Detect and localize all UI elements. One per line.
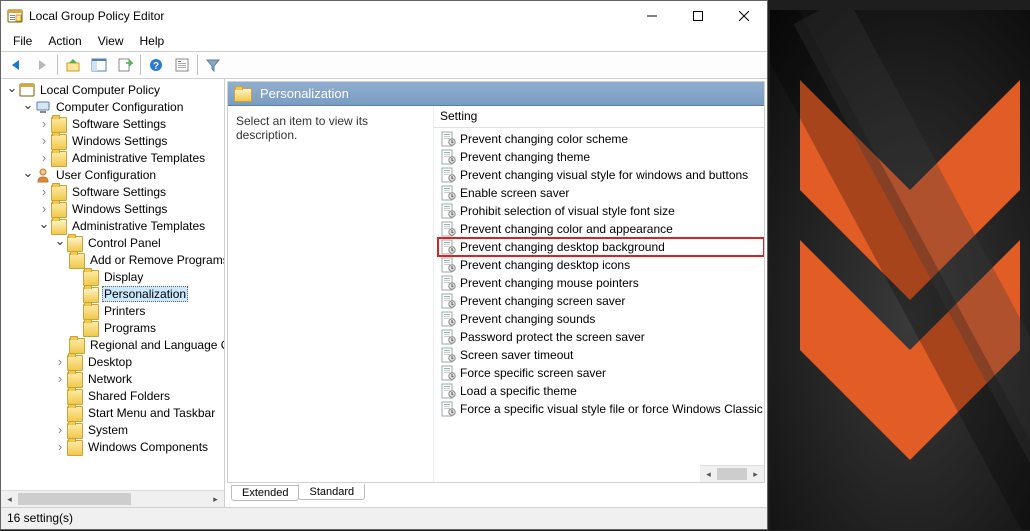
menubar: File Action View Help — [1, 31, 767, 51]
tree-uc-admin[interactable]: Administrative Templates — [37, 217, 224, 234]
tree-root[interactable]: Local Computer Policy — [5, 81, 224, 98]
tree-system[interactable]: System — [53, 421, 224, 438]
setting-row[interactable]: Prevent changing theme — [438, 148, 764, 166]
setting-row[interactable]: Screen saver timeout — [438, 346, 764, 364]
up-button[interactable] — [61, 54, 85, 76]
setting-row[interactable]: Force specific screen saver — [438, 364, 764, 382]
setting-label: Force specific screen saver — [460, 366, 606, 380]
tree-cc-admin[interactable]: Administrative Templates — [37, 149, 224, 166]
setting-label: Force a specific visual style file or fo… — [460, 402, 763, 416]
setting-row[interactable]: Prevent changing visual style for window… — [438, 166, 764, 184]
setting-row[interactable]: Prevent changing screen saver — [438, 292, 764, 310]
column-header-setting[interactable]: Setting — [434, 106, 764, 128]
setting-label: Prevent changing desktop icons — [460, 258, 630, 272]
filter-button[interactable] — [201, 54, 225, 76]
tree-desktop[interactable]: Desktop — [53, 353, 224, 370]
setting-label: Prevent changing visual style for window… — [460, 168, 748, 182]
description-pane: Select an item to view its description. — [228, 106, 433, 482]
content-header-title: Personalization — [260, 86, 349, 101]
description-hint: Select an item to view its description. — [236, 114, 368, 142]
setting-row[interactable]: Force a specific visual style file or fo… — [438, 400, 764, 418]
tree-uc-windows[interactable]: Windows Settings — [37, 200, 224, 217]
setting-label: Prevent changing color scheme — [460, 132, 628, 146]
tree-cp-add-remove[interactable]: Add or Remove Programs — [69, 251, 224, 268]
scroll-thumb[interactable] — [18, 493, 131, 505]
tree-uc-software[interactable]: Software Settings — [37, 183, 224, 200]
back-button[interactable] — [4, 54, 28, 76]
setting-label: Screen saver timeout — [460, 348, 573, 362]
toolbar: ? — [1, 51, 767, 79]
setting-row[interactable]: Password protect the screen saver — [438, 328, 764, 346]
help-button[interactable]: ? — [144, 54, 168, 76]
tab-standard[interactable]: Standard — [298, 484, 365, 500]
tree-cp-printers[interactable]: Printers — [69, 302, 224, 319]
tree-user-config[interactable]: User Configuration — [21, 166, 224, 183]
setting-label: Prevent changing desktop background — [460, 240, 665, 254]
window-title: Local Group Policy Editor — [29, 9, 629, 23]
minimize-button[interactable] — [629, 1, 675, 31]
setting-row[interactable]: Enable screen saver — [438, 184, 764, 202]
app-icon — [7, 8, 23, 24]
tree-cp-display[interactable]: Display — [69, 268, 224, 285]
tree-network[interactable]: Network — [53, 370, 224, 387]
maximize-button[interactable] — [675, 1, 721, 31]
setting-label: Password protect the screen saver — [460, 330, 645, 344]
setting-row[interactable]: Prevent changing mouse pointers — [438, 274, 764, 292]
tree-control-panel[interactable]: Control Panel — [53, 234, 224, 251]
setting-label: Prevent changing screen saver — [460, 294, 625, 308]
tree-windows-components[interactable]: Windows Components — [53, 438, 224, 455]
tree-pane: Local Computer Policy Computer Configura… — [1, 79, 225, 507]
tree-cc-software[interactable]: Software Settings — [37, 115, 224, 132]
titlebar[interactable]: Local Group Policy Editor — [1, 1, 767, 31]
setting-label: Prevent changing sounds — [460, 312, 595, 326]
menu-view[interactable]: View — [90, 32, 132, 50]
menu-action[interactable]: Action — [40, 32, 89, 50]
svg-text:?: ? — [153, 61, 159, 72]
scroll-thumb[interactable] — [717, 468, 747, 480]
view-tabs: Extended Standard — [227, 485, 765, 505]
content-pane: Personalization Select an item to view i… — [225, 79, 767, 507]
scroll-right-icon[interactable]: ▸ — [747, 466, 764, 482]
tree-cc-windows[interactable]: Windows Settings — [37, 132, 224, 149]
tree-computer-config[interactable]: Computer Configuration — [21, 98, 224, 115]
policy-tree[interactable]: Local Computer Policy Computer Configura… — [1, 79, 224, 490]
scroll-left-icon[interactable]: ◂ — [1, 491, 18, 507]
tree-hscrollbar[interactable]: ◂ ▸ — [1, 490, 224, 507]
tree-start-menu[interactable]: Start Menu and Taskbar — [53, 404, 224, 421]
tab-extended[interactable]: Extended — [231, 485, 299, 501]
setting-label: Load a specific theme — [460, 384, 577, 398]
content-header: Personalization — [228, 82, 764, 106]
forward-button[interactable] — [30, 54, 54, 76]
setting-row[interactable]: Prevent changing desktop background — [438, 238, 764, 256]
settings-list[interactable]: Prevent changing color scheme Prevent cha… — [434, 128, 764, 465]
gpedit-window: Local Group Policy Editor File Action Vi… — [0, 0, 768, 530]
setting-row[interactable]: Prevent changing sounds — [438, 310, 764, 328]
setting-row[interactable]: Prevent changing desktop icons — [438, 256, 764, 274]
tree-cp-personalization[interactable]: Personalization — [69, 285, 224, 302]
folder-icon — [234, 88, 252, 102]
setting-label: Enable screen saver — [460, 186, 569, 200]
setting-label: Prevent changing mouse pointers — [460, 276, 639, 290]
properties-button[interactable] — [170, 54, 194, 76]
export-button[interactable] — [113, 54, 137, 76]
tree-shared-folders[interactable]: Shared Folders — [53, 387, 224, 404]
setting-row[interactable]: Load a specific theme — [438, 382, 764, 400]
menu-help[interactable]: Help — [132, 32, 173, 50]
setting-row[interactable]: Prevent changing color scheme — [438, 130, 764, 148]
setting-label: Prohibit selection of visual style font … — [460, 204, 675, 218]
status-bar: 16 setting(s) — [1, 507, 767, 529]
setting-row[interactable]: Prohibit selection of visual style font … — [438, 202, 764, 220]
setting-label: Prevent changing color and appearance — [460, 222, 673, 236]
close-button[interactable] — [721, 1, 767, 31]
scroll-right-icon[interactable]: ▸ — [207, 491, 224, 507]
setting-row[interactable]: Prevent changing color and appearance — [438, 220, 764, 238]
show-hide-tree-button[interactable] — [87, 54, 111, 76]
content-hscrollbar[interactable]: ◂ ▸ — [700, 465, 764, 482]
setting-label: Prevent changing theme — [460, 150, 590, 164]
tree-cp-regional[interactable]: Regional and Language Options — [69, 336, 224, 353]
scroll-left-icon[interactable]: ◂ — [700, 466, 717, 482]
tree-cp-programs[interactable]: Programs — [69, 319, 224, 336]
status-text: 16 setting(s) — [7, 511, 73, 525]
menu-file[interactable]: File — [5, 32, 40, 50]
